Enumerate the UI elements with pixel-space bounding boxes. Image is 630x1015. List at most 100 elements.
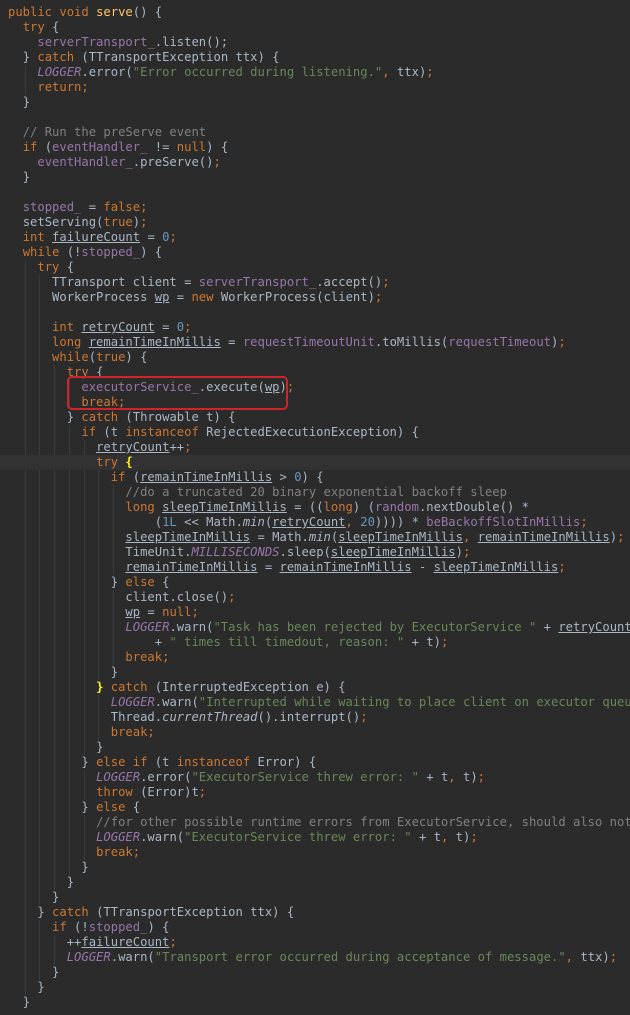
code-line[interactable]: } — [0, 860, 630, 875]
code-token: "ExecutorService threw error: " — [184, 830, 419, 844]
code-line[interactable]: } — [0, 965, 630, 980]
code-line[interactable]: serverTransport_.listen(); — [0, 35, 630, 50]
code-token: = — [154, 320, 177, 334]
code-line[interactable]: + " times till timedout, reason: " + t); — [0, 635, 630, 650]
code-line[interactable]: int retryCount = 0; — [0, 320, 630, 335]
code-line[interactable]: if (remainTimeInMillis > 0) { — [0, 470, 630, 485]
code-line[interactable]: } else if (t instanceof Error) { — [0, 755, 630, 770]
code-line[interactable]: while(true) { — [0, 350, 630, 365]
code-line[interactable]: } — [0, 665, 630, 680]
code-token: } — [81, 860, 89, 874]
code-line[interactable]: //do a truncated 20 binary exponential b… — [0, 485, 630, 500]
code-line[interactable] — [0, 305, 630, 320]
code-token: ) ( — [352, 500, 375, 514]
code-line[interactable] — [0, 110, 630, 125]
code-line[interactable]: TimeUnit.MILLISECONDS.sleep(sleepTimeInM… — [0, 545, 630, 560]
code-line[interactable]: } — [0, 980, 630, 995]
code-line[interactable]: //for other possible runtime errors from… — [0, 815, 630, 830]
code-token: true — [96, 350, 126, 364]
code-token: catch — [52, 905, 97, 919]
code-line[interactable]: LOGGER.warn("ExecutorService threw error… — [0, 830, 630, 845]
code-line[interactable]: wp = null; — [0, 605, 630, 620]
code-line[interactable]: break; — [0, 845, 630, 860]
code-line[interactable]: } — [0, 740, 630, 755]
code-line[interactable]: int failureCount = 0; — [0, 230, 630, 245]
code-line[interactable]: } — [0, 995, 630, 1010]
code-line[interactable]: return; — [0, 80, 630, 95]
code-line[interactable]: LOGGER.warn("Transport error occurred du… — [0, 950, 630, 965]
code-token: WorkerProcess — [52, 290, 155, 304]
code-line[interactable]: } catch (TTransportException ttx) { — [0, 905, 630, 920]
code-token: } — [96, 740, 104, 754]
code-token: } — [81, 800, 97, 814]
code-line[interactable]: } catch (TTransportException ttx) { — [0, 50, 630, 65]
code-line[interactable]: // Run the preServe event — [0, 125, 630, 140]
code-line[interactable]: break; — [0, 725, 630, 740]
code-line[interactable]: try { — [0, 20, 630, 35]
code-editor[interactable]: public void serve() { try { serverTransp… — [0, 0, 630, 1015]
code-line[interactable]: retryCount++; — [0, 440, 630, 455]
code-line[interactable]: while (!stopped_) { — [0, 245, 630, 260]
code-token: , — [382, 65, 397, 79]
code-line[interactable]: } catch (Throwable t) { — [0, 410, 630, 425]
code-line[interactable]: if (!stopped_) { — [0, 920, 630, 935]
code-line[interactable]: WorkerProcess wp = new WorkerProcess(cli… — [0, 290, 630, 305]
code-line[interactable]: } else { — [0, 575, 630, 590]
code-line[interactable]: LOGGER.warn("Task has been rejected by E… — [0, 620, 630, 635]
code-token: 0 — [294, 470, 302, 484]
code-token: } — [37, 980, 45, 994]
code-line[interactable]: try { — [0, 455, 630, 470]
code-token: () { — [132, 5, 163, 19]
code-line[interactable]: long remainTimeInMillis = requestTimeout… — [0, 335, 630, 350]
code-line[interactable]: long sleepTimeInMillis = ((long) (random… — [0, 500, 630, 515]
code-line[interactable]: LOGGER.warn("Interrupted while waiting t… — [0, 695, 630, 710]
code-token: , — [448, 770, 463, 784]
code-line[interactable]: if (t instanceof RejectedExecutionExcept… — [0, 425, 630, 440]
code-token: try — [22, 20, 53, 34]
code-line[interactable]: eventHandler_.preServe(); — [0, 155, 630, 170]
code-line[interactable]: LOGGER.error("ExecutorService threw erro… — [0, 770, 630, 785]
code-line[interactable]: } catch (InterruptedException e) { — [0, 680, 630, 695]
code-line[interactable]: stopped_ = false; — [0, 200, 630, 215]
code-line[interactable]: sleepTimeInMillis = Math.min(sleepTimeIn… — [0, 530, 630, 545]
code-line[interactable] — [0, 185, 630, 200]
code-line[interactable]: throw (Error)t; — [0, 785, 630, 800]
code-line[interactable]: break; — [0, 650, 630, 665]
code-line[interactable]: Thread.currentThread().interrupt(); — [0, 710, 630, 725]
code-line[interactable]: public void serve() { — [0, 5, 630, 20]
code-token: .error( — [140, 770, 192, 784]
code-token: null — [176, 140, 207, 154]
code-line[interactable]: ++failureCount; — [0, 935, 630, 950]
code-token: (t — [154, 755, 177, 769]
code-token: } — [22, 170, 31, 184]
code-line[interactable]: if (eventHandler_ != null) { — [0, 140, 630, 155]
code-token: ( — [44, 140, 53, 154]
code-line[interactable]: } — [0, 875, 630, 890]
code-line[interactable]: } — [0, 890, 630, 905]
code-line[interactable]: (1L << Math.min(retryCount, 20)))) * beB… — [0, 515, 630, 530]
code-line[interactable]: } — [0, 170, 630, 185]
code-line[interactable]: try { — [0, 260, 630, 275]
code-line[interactable]: client.close(); — [0, 590, 630, 605]
code-token: , — [565, 950, 581, 964]
code-line[interactable]: remainTimeInMillis = remainTimeInMillis … — [0, 560, 630, 575]
code-line[interactable]: } else { — [0, 800, 630, 815]
code-token: ; — [617, 530, 625, 544]
code-token: break; — [96, 845, 141, 859]
code-token: t) — [455, 830, 471, 844]
code-line[interactable]: TTransport client = serverTransport_.acc… — [0, 275, 630, 290]
code-line[interactable]: } — [0, 95, 630, 110]
code-line[interactable]: setServing(true); — [0, 215, 630, 230]
code-line[interactable]: LOGGER.error("Error occurred during list… — [0, 65, 630, 80]
